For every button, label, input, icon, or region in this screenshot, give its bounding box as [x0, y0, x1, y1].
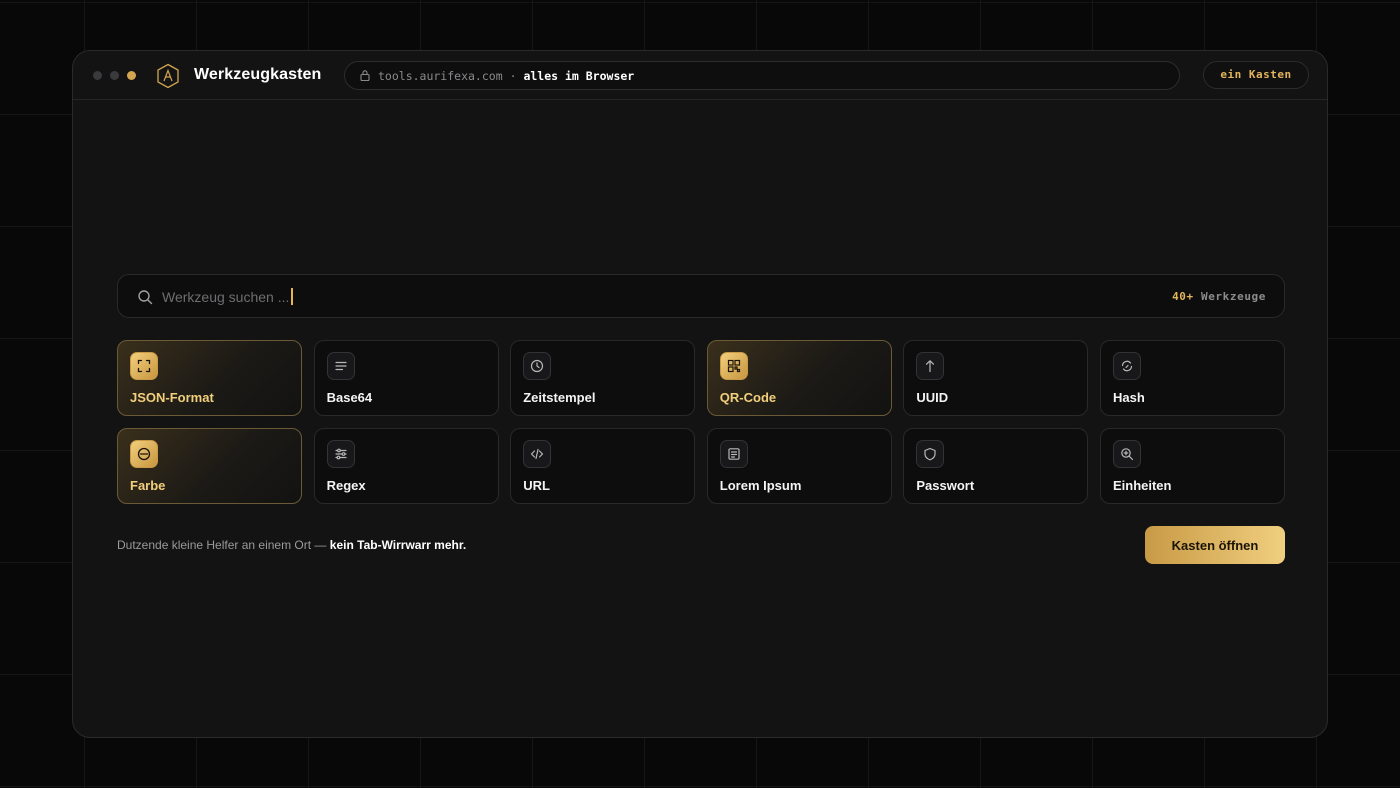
window-dot-minimize[interactable] [110, 71, 119, 80]
tool-tile-label: Farbe [130, 478, 166, 493]
sliders-icon [326, 440, 355, 468]
tool-tile-qr-code[interactable]: QR-Code [706, 340, 892, 416]
tool-tile-label: JSON-Format [130, 390, 214, 405]
lines-icon [326, 352, 355, 380]
search-input[interactable] [162, 287, 1062, 307]
logo-icon [157, 63, 179, 89]
address-bar[interactable]: tools.aurifexa.com · alles im Browser [344, 61, 1180, 90]
tool-tile-passwort[interactable]: Passwort [903, 428, 1089, 504]
tool-tile-base64[interactable]: Base64 [313, 340, 499, 416]
url-note: alles im Browser [523, 69, 635, 83]
document-icon [719, 440, 748, 468]
header-pill[interactable]: ein Kasten [1203, 61, 1309, 89]
circle-minus-icon [130, 440, 158, 468]
tool-tile-label: Hash [1112, 390, 1145, 405]
address-text: tools.aurifexa.com · alles im Browser [378, 69, 634, 83]
window-dot-close[interactable] [93, 71, 102, 80]
footer-tagline-plain: Dutzende kleine Helfer an einem Ort — [117, 538, 327, 552]
tool-tile-url[interactable]: URL [510, 428, 696, 504]
tool-tile-uuid[interactable]: UUID [903, 340, 1089, 416]
tool-tile-label: Regex [326, 478, 366, 493]
text-caret [291, 288, 293, 305]
tool-tile-lorem-ipsum[interactable]: Lorem Ipsum [706, 428, 892, 504]
title-bar: Werkzeugkasten tools.aurifexa.com · alle… [73, 51, 1327, 100]
tool-grid: JSON-Format Base64 Zeitstempel QR-Code U… [117, 340, 1285, 504]
tool-tile-label: Base64 [326, 390, 373, 405]
search-bar[interactable]: 40+ Werkzeuge [117, 274, 1285, 318]
code-icon [523, 440, 552, 468]
tool-tile-regex[interactable]: Regex [313, 428, 499, 504]
app-title: Werkzeugkasten [194, 66, 322, 83]
url-separator: · [509, 69, 517, 83]
tool-tile-json-format[interactable]: JSON-Format [117, 340, 302, 416]
clock-icon [523, 352, 552, 380]
tool-tile-label: Lorem Ipsum [719, 478, 802, 493]
tool-tile-farbe[interactable]: Farbe [117, 428, 302, 504]
tool-tile-einheiten[interactable]: Einheiten [1099, 428, 1285, 504]
tool-tile-label: Einheiten [1112, 478, 1172, 493]
arrow-up-icon [916, 352, 945, 380]
url-host: tools.aurifexa.com [378, 69, 503, 83]
footer-tagline: Dutzende kleine Helfer an einem Ort — ke… [117, 538, 466, 552]
tool-tile-label: Zeitstempel [523, 390, 596, 405]
expand-icon [130, 352, 158, 380]
shield-icon [916, 440, 945, 468]
zoom-icon [1112, 440, 1141, 468]
footer-tagline-bold: kein Tab-Wirrwarr mehr. [329, 538, 467, 552]
loop-icon [1112, 352, 1141, 380]
app-window: Werkzeugkasten tools.aurifexa.com · alle… [72, 50, 1328, 738]
tool-count: 40+ Werkzeuge [1172, 290, 1266, 303]
tool-tile-hash[interactable]: Hash [1099, 340, 1285, 416]
open-toolbox-button[interactable]: Kasten öffnen [1145, 526, 1285, 564]
tool-tile-label: URL [523, 478, 550, 493]
window-dot-maximize[interactable] [127, 71, 136, 80]
tool-tile-label: QR-Code [719, 390, 777, 405]
lock-icon [360, 70, 370, 82]
tool-count-number: 40+ [1172, 290, 1194, 303]
tool-tile-zeitstempel[interactable]: Zeitstempel [510, 340, 696, 416]
search-icon [138, 290, 153, 305]
qr-icon [719, 352, 748, 380]
tool-count-label: Werkzeuge [1200, 290, 1266, 303]
tool-tile-label: UUID [916, 390, 949, 405]
tool-tile-label: Passwort [916, 478, 975, 493]
